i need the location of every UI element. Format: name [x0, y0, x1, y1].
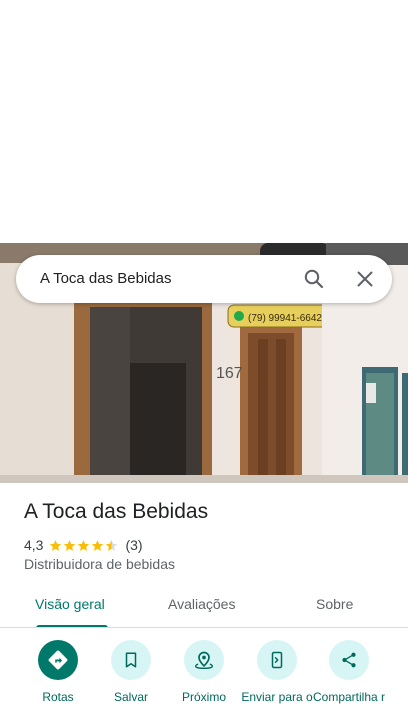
- share-button[interactable]: Compartilha r: [309, 640, 389, 704]
- send-to-phone-button[interactable]: Enviar para o: [237, 640, 317, 704]
- directions-label: Rotas: [42, 690, 74, 704]
- tab-bar: Visão geral Avaliações Sobre: [0, 582, 408, 628]
- place-title: A Toca das Bebidas: [24, 500, 209, 523]
- tab-overview[interactable]: Visão geral: [35, 596, 105, 612]
- save-label: Salvar: [113, 690, 148, 704]
- tab-reviews[interactable]: Avaliações: [168, 596, 235, 612]
- tab-about[interactable]: Sobre: [316, 596, 353, 612]
- directions-icon: [38, 640, 78, 680]
- half-star-icon: [106, 539, 118, 551]
- close-icon[interactable]: [353, 267, 377, 291]
- directions-button[interactable]: Rotas: [18, 640, 98, 704]
- bookmark-icon: [111, 640, 151, 680]
- star-icon: [64, 539, 76, 551]
- tabs-divider: [0, 627, 408, 628]
- rating-stars: [49, 539, 119, 552]
- map-blank-area: [0, 0, 408, 243]
- star-icon: [92, 539, 104, 551]
- nearby-label: Próximo: [181, 690, 226, 704]
- search-input[interactable]: A Toca das Bebidas: [40, 270, 171, 287]
- search-icon[interactable]: [302, 267, 326, 291]
- share-icon: [329, 640, 369, 680]
- action-bar: Rotas Salvar Próximo Enviar para o Compa…: [0, 640, 408, 726]
- star-icon: [78, 539, 90, 551]
- send-to-phone-icon: [257, 640, 297, 680]
- share-label: Compartilha r: [312, 690, 386, 704]
- review-count[interactable]: (3): [125, 537, 142, 553]
- place-category: Distribuidora de bebidas: [24, 556, 175, 572]
- star-icon: [50, 539, 62, 551]
- save-button[interactable]: Salvar: [91, 640, 171, 704]
- sign-phone: (79) 99941-6642: [248, 313, 322, 324]
- nearby-button[interactable]: Próximo: [164, 640, 244, 704]
- rating-row[interactable]: 4,3 (3): [24, 536, 143, 554]
- send-to-phone-label: Enviar para o: [241, 690, 313, 704]
- house-number: 167: [216, 365, 243, 382]
- nearby-icon: [184, 640, 224, 680]
- rating-value: 4,3: [24, 537, 44, 553]
- search-bar[interactable]: A Toca das Bebidas: [16, 255, 392, 303]
